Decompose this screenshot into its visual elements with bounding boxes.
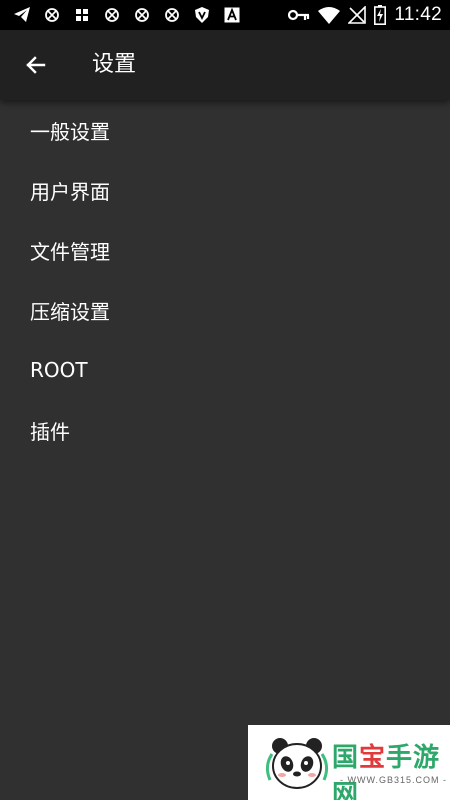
settings-item-label: 插件 [30,419,70,444]
settings-item-file-management[interactable]: 文件管理 [0,220,450,280]
blocked-notification-icon [132,5,152,25]
settings-item-general[interactable]: 一般设置 [0,100,450,160]
telegram-icon [12,5,32,25]
no-sim-icon [348,5,367,25]
watermark-url: - WWW.GB315.COM - [340,775,447,785]
back-button[interactable] [14,43,58,87]
blocked-notification-icon [162,5,182,25]
status-clock: 11:42 [394,4,442,25]
settings-item-label: 文件管理 [30,239,110,264]
settings-screen: 11:42 设置 一般设置 用户界面 文件管理 压缩设置 ROOT 插件 国宝手… [0,0,450,800]
status-bar: 11:42 [0,0,450,30]
arrow-left-icon [26,56,46,74]
battery-charging-icon [374,5,387,25]
watermark-logo: 国宝手游网 - WWW.GB315.COM - [248,725,450,800]
settings-item-root[interactable]: ROOT [0,340,450,400]
blocked-notification-icon [42,5,62,25]
system-icons: 11:42 [288,0,442,30]
settings-item-compression[interactable]: 压缩设置 [0,280,450,340]
shield-v-icon [192,5,212,25]
notification-icons [12,0,242,30]
app-bar: 设置 [0,30,450,100]
blocked-notification-icon [102,5,122,25]
settings-item-user-interface[interactable]: 用户界面 [0,160,450,220]
watermark-brand: 国宝手游网 [332,743,441,800]
panda-logo-icon [265,738,329,789]
settings-item-plugins[interactable]: 插件 [0,400,450,460]
settings-item-label: 压缩设置 [30,299,110,324]
settings-item-label: ROOT [30,358,88,382]
settings-list: 一般设置 用户界面 文件管理 压缩设置 ROOT 插件 [0,100,450,460]
grid-app-icon [72,5,92,25]
settings-item-label: 用户界面 [30,179,110,204]
key-icon [288,5,310,25]
a-app-icon [222,5,242,25]
settings-item-label: 一般设置 [30,119,110,144]
page-title: 设置 [92,52,137,77]
wifi-icon [318,5,341,25]
